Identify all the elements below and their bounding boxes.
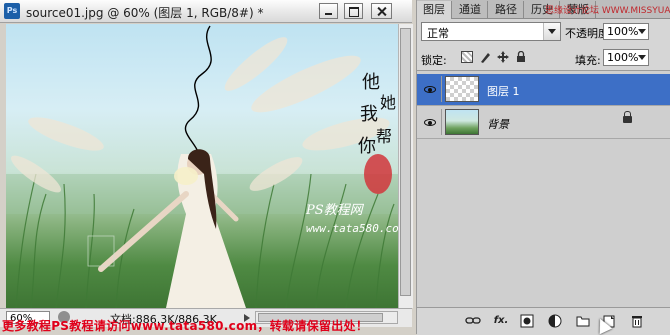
layer-thumbnail xyxy=(445,76,479,102)
fill-value: 100% xyxy=(607,51,639,64)
lock-transparent-pixels-icon[interactable] xyxy=(461,51,473,63)
minimize-button[interactable] xyxy=(319,3,338,19)
layer-thumbnail xyxy=(445,109,479,135)
opacity-value: 100% xyxy=(607,25,639,38)
lock-all-icon[interactable] xyxy=(515,50,527,63)
layer-visibility-toggle[interactable] xyxy=(419,76,442,102)
canvas-watermark-site-name: PS教程网 xyxy=(305,203,365,218)
layer-lock-icon xyxy=(623,111,632,123)
chevron-down-icon xyxy=(543,23,560,40)
forum-watermark: 思缘设计论坛 WWW.MISSYUAN.COM xyxy=(545,6,670,16)
document-window: Ps source01.jpg @ 60% (图层 1, RGB/8#) * 他… xyxy=(0,0,413,334)
layer-name: 图层 1 xyxy=(487,85,520,98)
maximize-button[interactable] xyxy=(344,3,363,19)
tab-layers[interactable]: 图层 xyxy=(417,1,452,19)
layer-row-layer1[interactable]: 图层 1 xyxy=(417,74,670,106)
layer-name: 背景 xyxy=(487,118,509,131)
tab-channels[interactable]: 通道 xyxy=(453,1,488,18)
layer-visibility-toggle[interactable] xyxy=(419,109,442,135)
maximize-icon xyxy=(345,4,362,18)
signature-char-3: 我 xyxy=(360,104,378,125)
close-button[interactable] xyxy=(371,3,392,19)
signature-char-1: 他 xyxy=(362,72,380,93)
eye-icon xyxy=(424,86,436,93)
blend-mode-value: 正常 xyxy=(427,27,449,40)
blend-mode-select[interactable]: 正常 xyxy=(421,22,561,41)
lock-image-pixels-icon[interactable] xyxy=(479,51,491,63)
signature-char-5: 你 xyxy=(358,136,376,157)
canvas-watermark-url: www.tata580.com xyxy=(306,222,398,235)
bottom-watermark: 更多教程PS教程请访问www.tata580.com，转载请保留出处！ xyxy=(2,319,369,333)
tab-paths[interactable]: 路径 xyxy=(489,1,524,18)
signature-char-4: 帮 xyxy=(376,127,392,146)
vertical-scroll-thumb[interactable] xyxy=(400,28,411,296)
vertical-scrollbar[interactable] xyxy=(398,24,413,308)
panel-tabs: 图层 通道 路径 历史 蒙版 思缘设计论坛 WWW.MISSYUAN.COM xyxy=(417,0,670,19)
photoshop-app-icon: Ps xyxy=(4,3,20,19)
eye-icon xyxy=(424,119,436,126)
document-title: source01.jpg @ 60% (图层 1, RGB/8#) * xyxy=(26,6,264,20)
opacity-slider-arrow-icon[interactable] xyxy=(636,25,647,38)
opacity-field[interactable]: 100% xyxy=(603,23,649,40)
canvas-artwork: 他 她 我 帮 你 PS教程网 www.tata580.com xyxy=(6,25,398,308)
fill-slider-arrow-icon[interactable] xyxy=(636,51,647,64)
minimize-icon xyxy=(320,4,337,18)
layers-panel: 图层 通道 路径 历史 蒙版 思缘设计论坛 WWW.MISSYUAN.COM 正… xyxy=(416,0,670,335)
fill-label: 填充: xyxy=(575,54,601,67)
fill-field[interactable]: 100% xyxy=(603,49,649,66)
lock-position-icon[interactable] xyxy=(497,51,509,63)
lock-row: 锁定: 填充: 100% xyxy=(417,46,670,68)
image-canvas[interactable]: 他 她 我 帮 你 PS教程网 www.tata580.com xyxy=(6,24,398,308)
signature-char-2: 她 xyxy=(380,93,396,112)
document-titlebar[interactable]: Ps source01.jpg @ 60% (图层 1, RGB/8#) * xyxy=(0,0,412,23)
lock-label: 锁定: xyxy=(421,54,447,67)
layer-row-background[interactable]: 背景 xyxy=(417,107,670,139)
close-icon xyxy=(372,4,391,18)
layers-list: 图层 1 背景 xyxy=(417,70,670,307)
